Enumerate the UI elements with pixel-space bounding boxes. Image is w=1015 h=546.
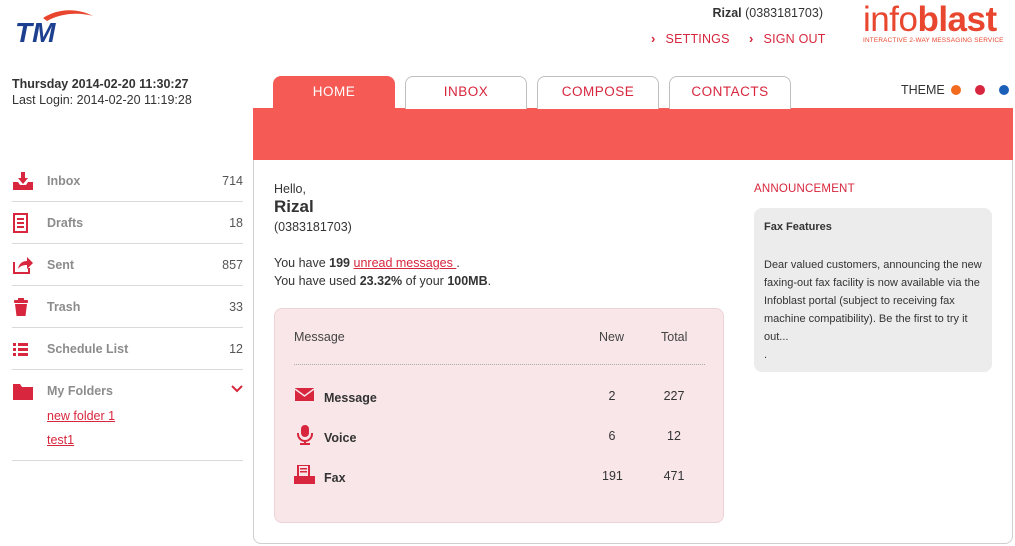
user-name: Rizal	[712, 6, 742, 20]
folder-link-new-folder-1[interactable]: new folder 1	[47, 409, 115, 423]
summary-row-fax[interactable]: Fax 191 471	[275, 465, 723, 491]
sidebar-item-sent[interactable]: Sent 857	[12, 244, 243, 286]
tm-logo-text: TM	[15, 17, 56, 46]
greeting: Hello,	[274, 182, 306, 196]
sidebar-item-drafts[interactable]: Drafts 18	[12, 202, 243, 244]
trash-icon	[14, 298, 28, 316]
row-name: Fax	[324, 471, 346, 485]
used-mid: of your	[402, 274, 448, 288]
row-new: 191	[602, 469, 623, 483]
column-header-message: Message	[294, 330, 345, 344]
divider	[294, 364, 705, 365]
sidebar-item-label: Inbox	[47, 174, 81, 188]
brand-part-info: info	[863, 0, 918, 39]
settings-label: SETTINGS	[665, 32, 730, 46]
header-band	[253, 108, 1013, 160]
row-new: 6	[608, 429, 616, 443]
theme-red-dot[interactable]	[975, 85, 985, 95]
brand-part-blast: blast	[917, 0, 997, 39]
unread-summary: You have 199 unread messages .	[274, 256, 460, 270]
chevron-right-icon: ›	[749, 31, 754, 46]
announcement-title: ANNOUNCEMENT	[754, 183, 855, 195]
list-icon	[13, 343, 28, 356]
sidebar-item-trash[interactable]: Trash 33	[12, 286, 243, 328]
tab-home[interactable]: HOME	[273, 76, 395, 109]
last-login: Last Login: 2014-02-20 11:19:28	[12, 93, 192, 107]
unread-count: 199	[329, 256, 351, 270]
row-total: 471	[663, 469, 685, 483]
row-total: 227	[663, 389, 685, 403]
sidebar-item-label: Schedule List	[47, 342, 129, 356]
sign-out-link[interactable]: › SIGN OUT	[749, 31, 826, 46]
theme-blue-dot[interactable]	[999, 85, 1009, 95]
greeting-name: Rizal	[274, 197, 314, 216]
greeting-phone: (0383181703)	[274, 220, 352, 234]
used-suffix: .	[487, 274, 492, 288]
unread-prefix: You have	[274, 256, 330, 270]
unread-messages-link[interactable]: unread messages	[354, 256, 457, 270]
sidebar-item-label: Trash	[47, 300, 81, 314]
summary-row-message[interactable]: Message 2 227	[275, 385, 723, 411]
chevron-right-icon: ›	[651, 31, 656, 46]
settings-link[interactable]: › SETTINGS	[651, 31, 730, 46]
sidebar-item-label: Sent	[47, 258, 75, 272]
chevron-down-icon[interactable]	[231, 383, 243, 395]
folder-link-test1[interactable]: test1	[47, 433, 74, 447]
storage-usage: You have used 23.32% of your 100MB.	[274, 274, 491, 288]
my-folders-label[interactable]: My Folders	[47, 384, 113, 398]
message-summary-card: Message New Total Message 2 227 Voice 6 …	[274, 308, 724, 523]
folder-icon	[13, 384, 33, 400]
brand-tagline: INTERACTIVE 2-WAY MESSAGING SERVICE	[863, 37, 1004, 44]
row-name: Message	[324, 391, 377, 405]
column-header-new: New	[599, 330, 625, 344]
summary-row-voice[interactable]: Voice 6 12	[275, 425, 723, 451]
sign-out-label: SIGN OUT	[763, 32, 826, 46]
document-icon	[13, 213, 28, 233]
storage-quota: 100MB	[447, 274, 488, 288]
microphone-icon	[297, 425, 313, 445]
infoblast-logo: infoblast INTERACTIVE 2-WAY MESSAGING SE…	[863, 2, 1015, 46]
used-prefix: You have used	[274, 274, 360, 288]
used-percent: 23.32%	[359, 274, 403, 288]
user-phone: (0383181703)	[745, 6, 823, 20]
tab-contacts[interactable]: CONTACTS	[669, 76, 791, 109]
fax-icon	[294, 465, 315, 484]
sidebar-item-label: Drafts	[47, 216, 84, 230]
row-new: 2	[608, 389, 616, 403]
sidebar-item-count: 714	[222, 174, 243, 188]
announcement-body: Dear valued customers, announcing the ne…	[764, 259, 982, 343]
sidebar-item-count: 33	[229, 300, 243, 314]
sidebar-item-count: 12	[229, 342, 243, 356]
announcement-trailer: .	[764, 349, 768, 361]
share-icon	[13, 257, 33, 274]
tab-inbox[interactable]: INBOX	[405, 76, 527, 109]
announcement-heading: Fax Features	[764, 221, 832, 233]
tm-logo: TM	[15, 10, 93, 46]
current-datetime: Thursday 2014-02-20 11:30:27	[12, 77, 189, 91]
inbox-download-icon	[13, 172, 33, 190]
brand-word: infoblast	[863, 2, 1015, 37]
theme-orange-dot[interactable]	[951, 85, 961, 95]
sidebar-item-schedule-list[interactable]: Schedule List 12	[12, 328, 243, 370]
row-name: Voice	[324, 431, 357, 445]
my-folders-section: My Folders new folder 1 test1	[12, 370, 243, 461]
sidebar-item-count: 857	[222, 258, 243, 272]
column-header-total: Total	[661, 330, 688, 344]
sidebar-item-count: 18	[229, 216, 243, 230]
unread-suffix: .	[456, 256, 460, 270]
tab-compose[interactable]: COMPOSE	[537, 76, 659, 109]
envelope-icon	[294, 388, 315, 401]
sidebar: Inbox 714 Drafts 18 Sent 857 Trash 33 Sc…	[12, 160, 243, 461]
row-total: 12	[667, 429, 681, 443]
theme-label: THEME	[901, 83, 945, 97]
user-identity: Rizal (0383181703)	[680, 6, 823, 20]
sidebar-item-inbox[interactable]: Inbox 714	[12, 160, 243, 202]
announcement-box: Fax Features Dear valued customers, anno…	[754, 208, 992, 372]
